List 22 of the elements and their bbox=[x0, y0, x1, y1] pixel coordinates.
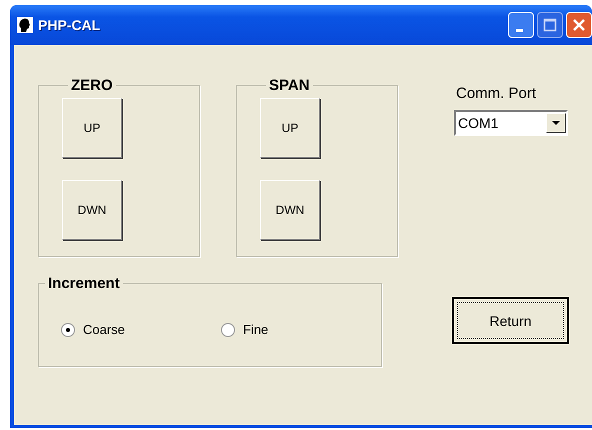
head-silhouette-icon bbox=[17, 17, 33, 33]
maximize-button[interactable] bbox=[537, 12, 563, 38]
radio-option[interactable]: Fine bbox=[221, 322, 381, 337]
port-dropdown[interactable]: COM1 bbox=[454, 110, 568, 136]
port-label: Comm. Port bbox=[455, 85, 538, 102]
radio-icon[interactable] bbox=[221, 322, 235, 336]
radio-option[interactable]: Coarse bbox=[61, 322, 221, 337]
group-label: ZERO bbox=[70, 77, 114, 94]
close-button[interactable] bbox=[566, 12, 592, 38]
minimize-button[interactable] bbox=[508, 12, 534, 38]
caret-icon bbox=[552, 121, 560, 125]
dropdown-arrow-button[interactable] bbox=[546, 113, 566, 133]
group-label: SPAN bbox=[268, 77, 311, 94]
step-button[interactable]: DWN bbox=[62, 180, 122, 240]
step-button[interactable]: DWN bbox=[260, 180, 320, 240]
window-title: PHP-CAL bbox=[38, 17, 100, 33]
group-label: Increment bbox=[47, 275, 121, 292]
radio-icon[interactable] bbox=[61, 322, 75, 336]
step-button[interactable]: UP bbox=[260, 98, 320, 158]
minimize-icon bbox=[516, 28, 522, 32]
return-button[interactable]: Return bbox=[452, 297, 569, 344]
step-button[interactable]: UP bbox=[62, 98, 122, 158]
